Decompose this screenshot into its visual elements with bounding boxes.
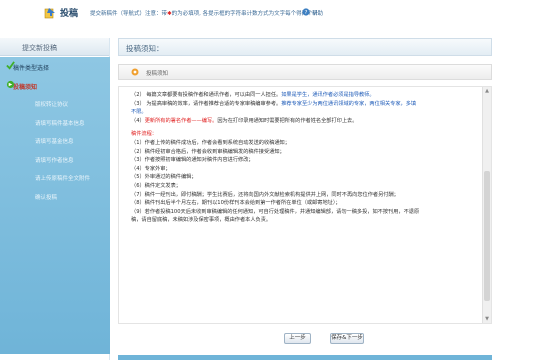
page-title: 投稿 <box>60 9 79 19</box>
sidebar-heading: 提交新投稿 <box>0 38 109 56</box>
sidebar-item-label: 稿件类型选择 <box>13 65 50 72</box>
arrow-right-icon <box>6 80 15 88</box>
flow-step: （6）稿件定文发表； <box>131 182 181 189</box>
scroll-down-icon[interactable]: ▼ <box>484 316 490 322</box>
flow-step: （3）作者按照初审编辑的通知对稿件内容进行修改； <box>131 157 254 164</box>
flow-step: （8）稿件刊出后半个月左右，期刊以10份样刊本会给到第一作者所在单位（或邮寄地址… <box>131 200 341 207</box>
save-next-button[interactable]: 保存&下一步 <box>330 333 364 344</box>
sidebar-item-label: 请填写稿件基本信息 <box>35 120 85 127</box>
notice-subheader: 投稿须知 <box>118 64 492 80</box>
footer-bar <box>118 355 492 360</box>
notice-highlight: 更新所有的署名作者——编写。 <box>144 117 218 124</box>
sidebar-item-label: 请填写基金信息 <box>35 139 74 145</box>
sidebar-item-label: 版权转让协议 <box>35 102 69 108</box>
sidebar-menu: 稿件类型选择 投稿须知 版权转让协议 请填写稿件基本信息 请填写基金信息 请填写… <box>0 57 110 354</box>
sidebar-item-author-info[interactable]: 请填写作者信息 <box>0 150 110 169</box>
notice-highlight: 如果是学生，通讯作者必须是指导教师。 <box>281 92 375 98</box>
checkmark-icon <box>6 61 15 70</box>
notice-box[interactable]: （2） 每篇文章都要有投稿作者和通讯作者，可以由同一人担任。如果是学生，通讯作者… <box>118 86 492 324</box>
notice-scrollbar[interactable]: ▲ ▼ <box>482 87 491 323</box>
scroll-up-icon[interactable]: ▲ <box>484 88 490 94</box>
notice-line: （3） 为提高审稿的效率，请作者推荐合适的专家审稿编审参考。推荐专家至少为两位通… <box>131 100 477 109</box>
page-subtitle: 提交新稿件（导航式）注意：带✱的为必填项, 各提示框的字符串计数方式为文字每个得… <box>90 9 318 17</box>
sidebar-item-label: 请上传原稿件全文附件 <box>35 176 91 182</box>
sidebar-item-submission-notice[interactable]: 投稿须知 <box>0 76 110 95</box>
flow-step: （4）专家外审； <box>131 165 171 172</box>
notice-subheading: 投稿须知 <box>146 71 169 77</box>
notice-highlight: 推荐专家至少为两位通讯领域的专家，两位相关专家，多填 <box>281 100 417 107</box>
sidebar-item-type-select[interactable]: 稿件类型选择 <box>0 57 110 76</box>
notice-text: （4） <box>131 117 145 124</box>
notice-content: （2） 每篇文章都要有投稿作者和通讯作者，可以由同一人担任。如果是学生，通讯作者… <box>119 87 481 323</box>
sidebar-item-fund-info[interactable]: 请填写基金信息 <box>0 131 110 150</box>
flow-title: 稿件流程： <box>131 131 157 138</box>
subtitle-suffix: 的为必填项, 各提示框的字符串计数方式为文字每个得两个计 <box>171 11 319 17</box>
notice-line: 不限。 <box>131 109 147 116</box>
help-link[interactable]: 帮助 <box>312 9 323 17</box>
sidebar-item-basic-info[interactable]: 请填写稿件基本信息 <box>0 113 110 132</box>
main-heading: 投稿须知： <box>118 38 492 56</box>
sidebar: 提交新投稿 稿件类型选择 投稿须知 版权转让协议 请填写稿件基本信息 请填写基金… <box>0 38 110 360</box>
previous-button[interactable]: 上一步 <box>284 333 311 344</box>
subtitle-prefix: 提交新稿件（导航式）注意：带 <box>90 11 168 17</box>
notice-line: （4）更新所有的署名作者——编写。因为在打印录用通知时需要把所有的作者姓名全部打… <box>131 117 477 126</box>
page-header: 投稿 提交新稿件（导航式）注意：带✱的为必填项, 各提示框的字符串计数方式为文字… <box>0 0 554 30</box>
svg-text:?: ? <box>305 10 308 16</box>
sidebar-item-copyright[interactable]: 版权转让协议 <box>0 94 110 113</box>
notice-text: （3） 为提高审稿的效率，请作者推荐合适的专家审稿编审参考。 <box>131 100 282 107</box>
flow-step: （2）稿件经初审合格后，作者会收到审稿编辑发的稿件接受通知； <box>131 148 285 155</box>
sidebar-item-label: 投稿须知 <box>13 83 38 91</box>
flow-step: 稿，请自留底稿，未稿如涉及保密事项，概由作者本人负责。 <box>131 217 272 224</box>
flow-step: （9）若作者投稿100天后未收到审稿编辑的任何通知，可自行处理稿件，并通知编辑部… <box>131 208 420 215</box>
submit-icon <box>44 8 55 19</box>
help-icon[interactable]: ? <box>302 8 310 16</box>
notice-line: （2） 每篇文章都要有投稿作者和通讯作者，可以由同一人担任。如果是学生，通讯作者… <box>131 91 477 100</box>
main-panel: 投稿须知： 投稿须知 （2） 每篇文章都要有投稿作者和通讯作者，可以由同一人担任… <box>118 38 492 360</box>
button-bar: 上一步 保存&下一步 <box>118 326 492 352</box>
flow-step: （5）外审通过的稿件编辑； <box>131 174 197 181</box>
sidebar-item-label: 确认投稿 <box>35 194 58 201</box>
sidebar-item-label: 请填写作者信息 <box>35 157 74 164</box>
flow-step: （1）作者上传的稿件成功后，作者会看到系统自动发送的收稿通知； <box>131 139 290 146</box>
sidebar-item-upload[interactable]: 请上传原稿件全文附件 <box>0 168 110 187</box>
notice-icon <box>131 68 139 76</box>
scrollbar-thumb[interactable] <box>484 171 490 301</box>
notice-text: （2） 每篇文章都要有投稿作者和通讯作者，可以由同一人担任。 <box>131 92 282 98</box>
sidebar-item-confirm[interactable]: 确认投稿 <box>0 187 110 206</box>
flow-step: （7）稿件一经刊出，即付稿酬；学生比赛后，还将向国内外文献检索机构提供并上网，同… <box>131 191 399 198</box>
notice-text: 因为在打印录用通知时需要把所有的作者姓名全部打印上去。 <box>217 117 358 124</box>
